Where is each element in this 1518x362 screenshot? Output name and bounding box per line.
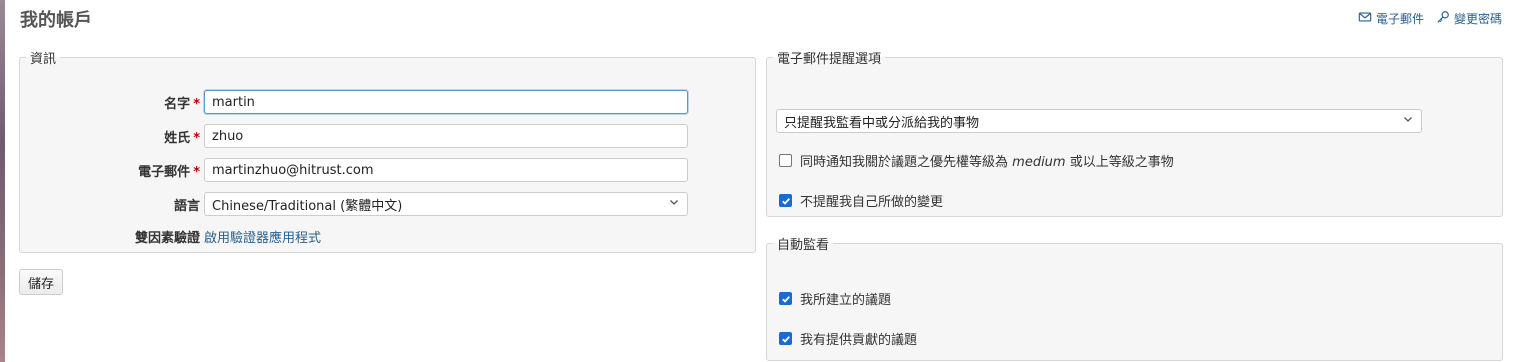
firstname-input[interactable] <box>204 90 688 114</box>
lastname-input[interactable] <box>204 124 688 148</box>
info-fieldset: 資訊 名字* 姓氏* 電子郵件* 語言 Chinese/Traditional … <box>19 48 756 253</box>
language-select[interactable]: Chinese/Traditional (繁體中文) <box>204 192 688 216</box>
chevron-down-icon <box>1402 113 1414 129</box>
priority-value: medium <box>1012 155 1066 170</box>
header-actions: 電子郵件 變更密碼 <box>1358 10 1502 27</box>
info-legend: 資訊 <box>30 52 57 67</box>
envelope-icon <box>1358 10 1372 27</box>
auto-watch-fieldset: 自動監看 我所建立的議題 我有提供貢獻的議題 <box>766 234 1503 361</box>
email-input[interactable] <box>204 158 688 182</box>
priority-notify-label: 同時通知我關於議題之優先權等級為 medium 或以上等級之事物 <box>800 155 1174 170</box>
checkmark-icon <box>781 335 790 343</box>
chevron-down-icon <box>668 196 680 212</box>
firstname-label: 名字 * <box>164 96 200 112</box>
no-self-notified-label: 不提醒我自己所做的變更 <box>800 195 944 210</box>
language-label: 語言 <box>173 198 200 214</box>
watch-option-contributed[interactable]: 我有提供貢獻的議題 <box>779 329 917 348</box>
mail-notification-legend: 電子郵件提醒選項 <box>777 52 882 67</box>
page-title: 我的帳戶 <box>20 10 92 31</box>
language-row: 語言 Chinese/Traditional (繁體中文) <box>20 192 688 216</box>
no-self-notified-option[interactable]: 不提醒我自己所做的變更 <box>779 191 943 210</box>
watch-created-checkbox[interactable] <box>779 292 792 305</box>
mail-notification-select[interactable]: 只提醒我監看中或分派給我的事物 <box>776 109 1422 133</box>
email-row: 電子郵件 * <box>20 158 688 182</box>
watch-contributed-checkbox[interactable] <box>779 332 792 345</box>
desktop-edge <box>0 0 5 362</box>
language-select-value: Chinese/Traditional (繁體中文) <box>212 198 403 214</box>
required-mark: * <box>193 130 200 146</box>
firstname-row: 名字 * <box>20 90 688 114</box>
checkmark-icon <box>781 197 790 205</box>
no-self-notified-checkbox[interactable] <box>779 194 792 207</box>
priority-notify-checkbox[interactable] <box>779 154 792 167</box>
key-icon <box>1436 10 1450 27</box>
priority-notify-option[interactable]: 同時通知我關於議題之優先權等級為 medium 或以上等級之事物 <box>779 151 1174 170</box>
watch-contributed-label: 我有提供貢獻的議題 <box>800 333 918 348</box>
mail-notification-fieldset: 電子郵件提醒選項 只提醒我監看中或分派給我的事物 同時通知我關於議題之優先權等級… <box>766 48 1503 217</box>
enable-authenticator-link[interactable]: 啟用驗證器應用程式 <box>204 227 321 246</box>
checkmark-icon <box>781 295 790 303</box>
save-button[interactable]: 儲存 <box>19 269 64 295</box>
email-label: 電子郵件 * <box>138 164 200 180</box>
required-mark: * <box>193 164 200 180</box>
mail-notification-select-value: 只提醒我監看中或分派給我的事物 <box>784 115 980 131</box>
required-mark: * <box>193 96 200 112</box>
watch-option-created[interactable]: 我所建立的議題 <box>779 289 891 308</box>
email-link[interactable]: 電子郵件 <box>1358 10 1424 27</box>
watch-created-label: 我所建立的議題 <box>800 293 892 308</box>
change-password-label: 變更密碼 <box>1453 12 1502 26</box>
email-link-label: 電子郵件 <box>1375 12 1424 26</box>
twofa-label: 雙因素驗證 <box>134 230 200 246</box>
auto-watch-legend: 自動監看 <box>777 238 830 253</box>
lastname-row: 姓氏 * <box>20 124 688 148</box>
twofa-row: 雙因素驗證 啟用驗證器應用程式 <box>20 224 321 248</box>
change-password-link[interactable]: 變更密碼 <box>1436 10 1502 27</box>
lastname-label: 姓氏 * <box>164 130 200 146</box>
